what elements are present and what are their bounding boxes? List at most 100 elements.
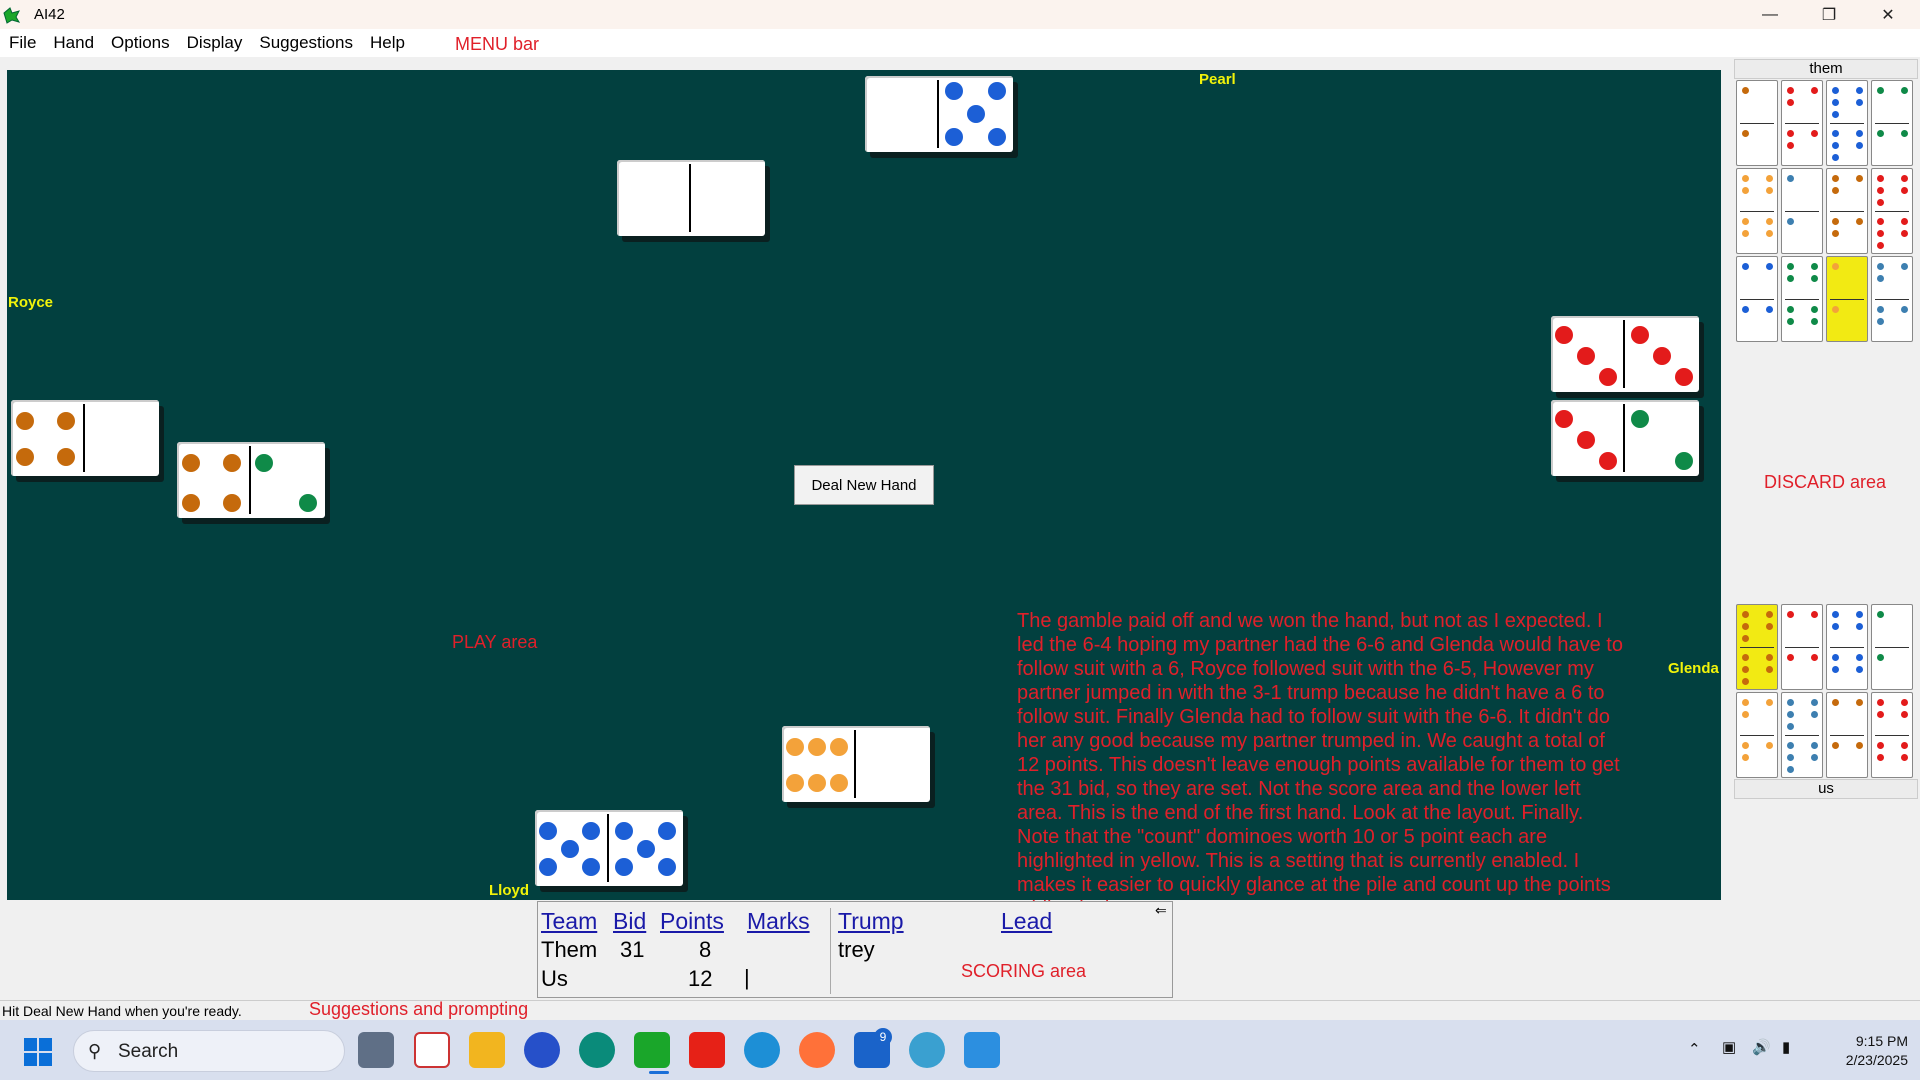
deal-new-hand-button[interactable]: Deal New Hand xyxy=(794,465,934,505)
photos-icon[interactable] xyxy=(964,1032,1000,1068)
row-us-points: 12 xyxy=(688,966,713,991)
discard-pip xyxy=(1787,275,1794,282)
us-label: us xyxy=(1734,779,1918,799)
search-icon: ⚲ xyxy=(88,1041,102,1061)
menu-options[interactable]: Options xyxy=(111,33,170,53)
discard-domino xyxy=(1781,80,1823,166)
discard-pip xyxy=(1742,711,1749,718)
app-circle-icon[interactable] xyxy=(579,1032,615,1068)
edge-dev-icon[interactable] xyxy=(524,1032,560,1068)
domino-3-3[interactable] xyxy=(1551,316,1699,392)
ai42-app-icon[interactable] xyxy=(634,1032,670,1068)
discard-pip xyxy=(1811,711,1818,718)
file-explorer-icon[interactable] xyxy=(469,1032,505,1068)
narrative-text: The gamble paid off and we won the hand,… xyxy=(1017,610,1623,920)
row-them-team: Them xyxy=(541,937,598,962)
discard-pip xyxy=(1787,130,1794,137)
discard-pip xyxy=(1901,187,1908,194)
menu-file[interactable]: File xyxy=(9,33,36,53)
discard-pip xyxy=(1787,87,1794,94)
taskbar-search[interactable]: ⚲ Search xyxy=(73,1030,345,1072)
discard-pip xyxy=(1877,754,1884,761)
battery-icon[interactable]: ▮ xyxy=(1782,1038,1790,1056)
volume-icon[interactable]: 🔊 xyxy=(1752,1038,1771,1056)
discard-pip xyxy=(1787,723,1794,730)
discard-pip xyxy=(1766,175,1773,182)
menu-suggestions[interactable]: Suggestions xyxy=(259,33,353,53)
discard-pip xyxy=(1832,742,1839,749)
browser-globe-icon[interactable] xyxy=(909,1032,945,1068)
domino-4-2[interactable] xyxy=(177,442,325,518)
discard-pip xyxy=(1811,87,1818,94)
discard-pip xyxy=(1901,754,1908,761)
discard-pip xyxy=(1901,306,1908,313)
discard-pip xyxy=(1832,87,1839,94)
player-name-left: Royce xyxy=(8,294,54,311)
restore-icon[interactable]: ❐ xyxy=(1805,0,1853,29)
discard-pip xyxy=(1766,742,1773,749)
mail-badge: 9 xyxy=(874,1028,892,1046)
header-team[interactable]: Team xyxy=(541,908,597,935)
discard-domino xyxy=(1871,168,1913,254)
discard-pip xyxy=(1811,306,1818,313)
active-indicator xyxy=(649,1071,669,1074)
menu-help[interactable]: Help xyxy=(370,33,405,53)
firefox-icon[interactable] xyxy=(799,1032,835,1068)
discard-pip xyxy=(1832,611,1839,618)
discard-pip xyxy=(1766,230,1773,237)
discard-pip xyxy=(1742,678,1749,685)
header-points[interactable]: Points xyxy=(660,908,724,935)
chevron-up-icon[interactable]: ⌃ xyxy=(1688,1040,1701,1058)
player-name-top: Pearl xyxy=(1199,71,1236,88)
menu-hand[interactable]: Hand xyxy=(53,33,94,53)
discard-pip xyxy=(1856,175,1863,182)
domino-3-2[interactable] xyxy=(1551,400,1699,476)
minimize-icon[interactable]: — xyxy=(1746,0,1794,29)
discard-pip xyxy=(1811,611,1818,618)
discard-domino xyxy=(1736,256,1778,342)
header-bid[interactable]: Bid xyxy=(613,908,646,935)
discard-pip xyxy=(1811,699,1818,706)
discard-pip xyxy=(1901,175,1908,182)
discard-pip xyxy=(1811,318,1818,325)
discard-pip xyxy=(1901,218,1908,225)
discard-pip xyxy=(1742,611,1749,618)
menu-display[interactable]: Display xyxy=(187,33,243,53)
windows-start-icon[interactable] xyxy=(24,1038,52,1066)
network-icon[interactable]: ▣ xyxy=(1722,1038,1736,1056)
close-icon[interactable]: ✕ xyxy=(1864,0,1912,29)
discard-pip xyxy=(1811,130,1818,137)
domino-4-0[interactable] xyxy=(11,400,159,476)
scoring-panel: Team Bid Points Marks Trump Lead Them 31… xyxy=(537,901,1173,998)
youtube-icon[interactable] xyxy=(689,1032,725,1068)
calculator-icon[interactable] xyxy=(358,1032,394,1068)
discard-pip xyxy=(1832,654,1839,661)
snipping-tool-icon[interactable] xyxy=(414,1032,450,1068)
player-name-right: Glenda xyxy=(1668,660,1719,677)
title-bar: AI42 xyxy=(0,0,1920,29)
discard-pip xyxy=(1832,263,1839,270)
domino-0-5[interactable] xyxy=(865,76,1013,152)
discard-pip xyxy=(1742,666,1749,673)
discard-pip xyxy=(1901,230,1908,237)
collapse-arrow-icon[interactable]: ⇐ xyxy=(1155,902,1167,919)
discard-domino xyxy=(1871,604,1913,690)
domino-6-0[interactable] xyxy=(782,726,930,802)
discard-pip xyxy=(1877,230,1884,237)
clock[interactable]: 9:15 PM 2/23/2025 xyxy=(1818,1032,1908,1070)
edge-icon[interactable] xyxy=(744,1032,780,1068)
discard-domino xyxy=(1781,168,1823,254)
domino-0-0[interactable] xyxy=(617,160,765,236)
discard-pip xyxy=(1856,99,1863,106)
header-lead[interactable]: Lead xyxy=(1001,908,1052,935)
header-trump[interactable]: Trump xyxy=(838,908,904,935)
discard-pip xyxy=(1766,263,1773,270)
player-name-bottom: Lloyd xyxy=(489,882,529,899)
discard-pip xyxy=(1856,611,1863,618)
menu-bar: File Hand Options Display Suggestions He… xyxy=(0,29,1920,57)
header-marks[interactable]: Marks xyxy=(747,908,810,935)
discard-pip xyxy=(1766,218,1773,225)
discard-pip xyxy=(1787,654,1794,661)
domino-5-5[interactable] xyxy=(535,810,683,886)
discard-pip xyxy=(1811,654,1818,661)
